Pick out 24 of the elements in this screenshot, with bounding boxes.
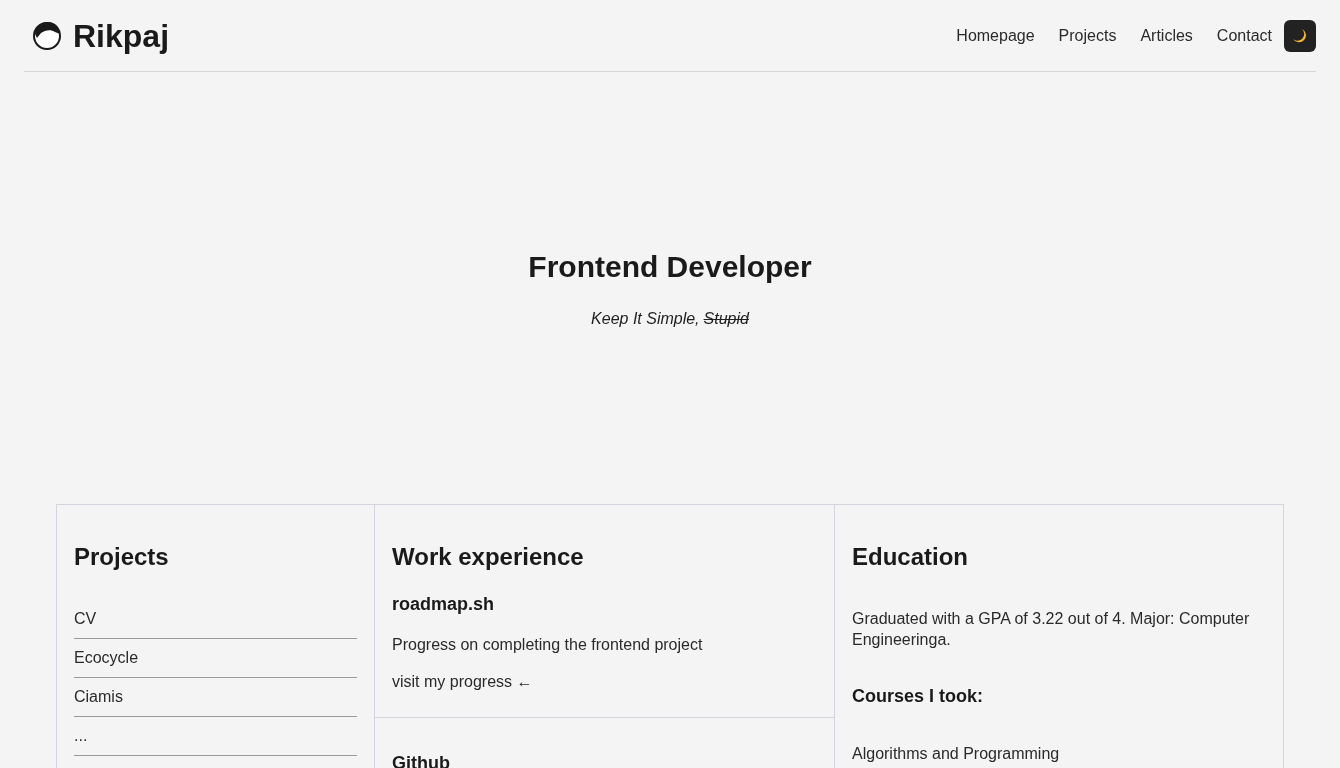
education-summary: Graduated with a GPA of 3.22 out of 4. Major: Computer Engineeringa. <box>852 609 1251 650</box>
site-logo-text[interactable]: Rikpaj <box>73 15 170 56</box>
avatar-icon <box>33 20 61 51</box>
section-heading: Education <box>852 542 969 572</box>
moon-icon <box>1292 27 1308 44</box>
hero-title: Frontend Developer <box>528 248 812 285</box>
nav-link[interactable]: Projects <box>1058 23 1117 48</box>
project-link[interactable]: Ecocycle <box>74 649 139 666</box>
section-heading: Work experience <box>392 542 585 572</box>
nav-link[interactable]: Contact <box>1216 23 1272 48</box>
tagline-text: Keep It Simple, <box>591 309 700 328</box>
entry-title: roadmap.sh <box>392 593 496 616</box>
section-heading: Projects <box>74 542 170 572</box>
entry-description: Progress on completing the frontend project <box>392 635 704 655</box>
nav-link[interactable]: Articles <box>1140 23 1193 48</box>
progress-link[interactable]: visit my progress ← <box>392 673 533 690</box>
strikethrough-text: Stupid <box>703 309 749 328</box>
project-link[interactable]: ... <box>74 727 88 744</box>
project-link[interactable]: CV <box>74 610 97 627</box>
nav-link[interactable]: Homepage <box>956 23 1035 48</box>
project-link[interactable]: Ciamis <box>74 688 123 705</box>
theme-toggle-button[interactable] <box>1284 19 1316 52</box>
course-item: Algorithms and Programming <box>852 744 1061 764</box>
courses-heading: Courses I took: <box>852 685 985 708</box>
